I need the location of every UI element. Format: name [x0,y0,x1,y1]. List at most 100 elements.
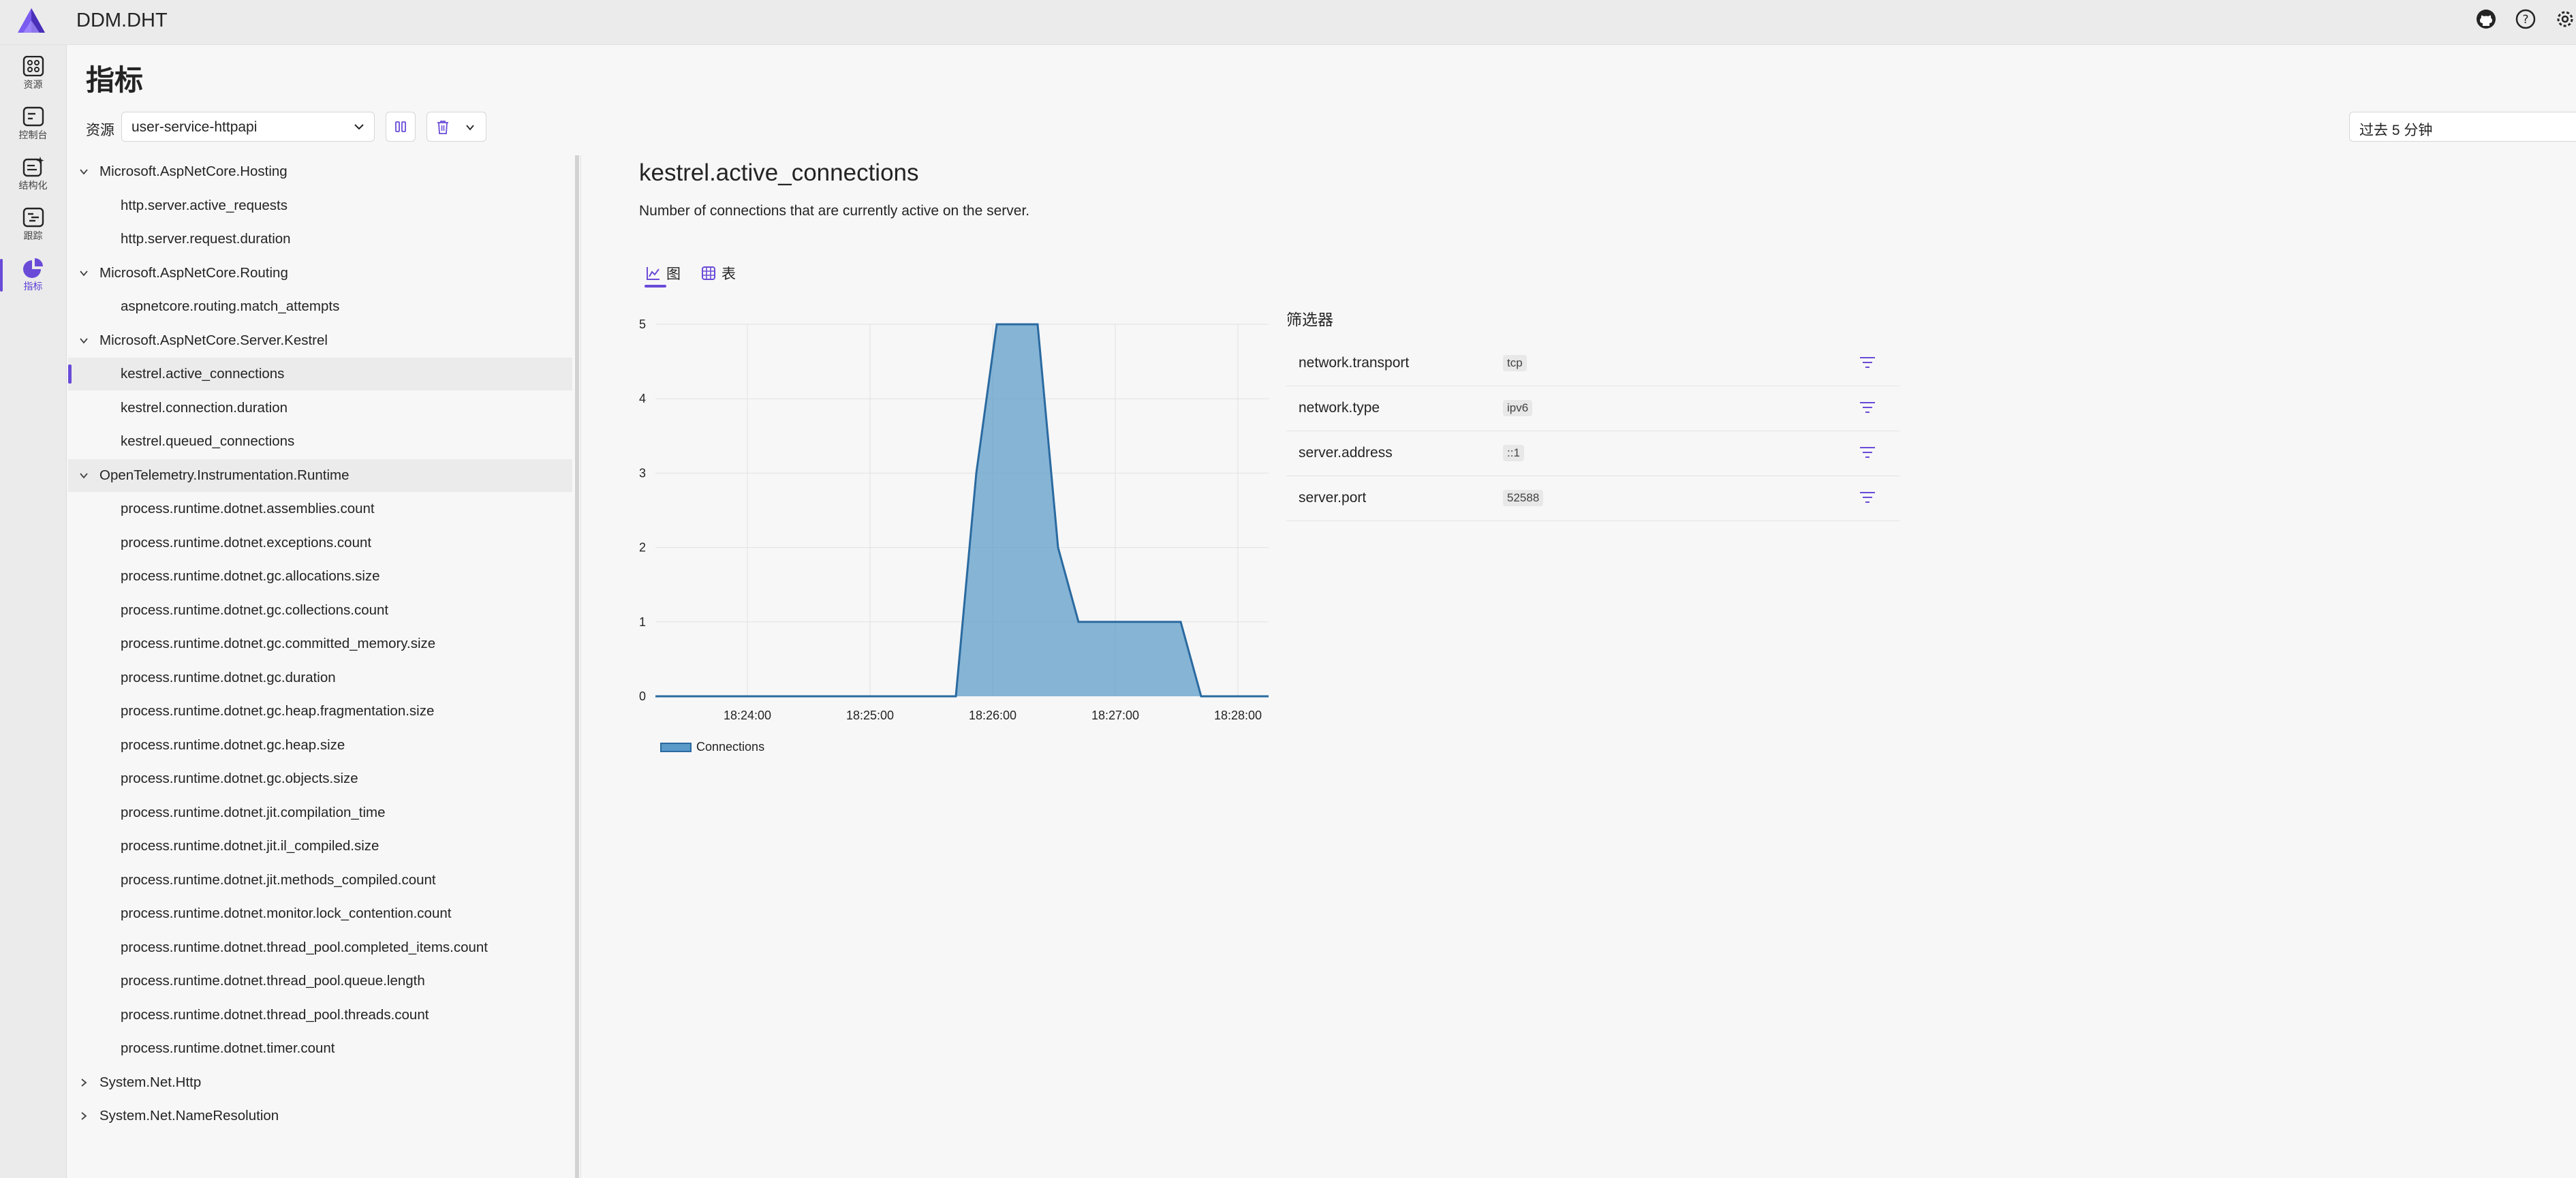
filter-name: server.port [1299,490,1367,506]
metrics-icon [22,258,43,278]
tree-group-label: Microsoft.AspNetCore.Routing [99,264,288,281]
y-tick-label: 3 [639,466,646,480]
legend-swatch [660,743,692,752]
legend-label: Connections [696,740,764,754]
nav-item-resources[interactable]: 资源 [0,50,66,95]
connections-chart[interactable]: 0 1 2 3 4 5 18:24:00 18:25:00 18:26:00 18:27:00 18… [634,300,1274,763]
tree-group[interactable]: System.Net.Http [68,1066,572,1099]
time-range-select[interactable]: 过去 5 分钟 [2349,112,2576,142]
filter-icon[interactable] [1859,445,1876,460]
nav-item-traces[interactable]: 跟踪 [0,202,66,247]
tree-item-label: process.runtime.dotnet.gc.collections.co… [121,602,389,618]
nav-item-structured[interactable]: 结构化 [0,151,66,196]
tree-item[interactable]: process.runtime.dotnet.gc.duration [68,662,572,694]
tree-group[interactable]: Microsoft.AspNetCore.Hosting [68,155,572,188]
filter-value: 52588 [1503,490,1544,506]
chevron-down-icon[interactable] [79,336,89,345]
tree-item-label: process.runtime.dotnet.jit.compilation_t… [121,804,386,820]
metric-description: Number of connections that are currently… [639,203,1030,219]
tree-group-label: System.Net.NameResolution [99,1108,279,1123]
tree-group[interactable]: System.Net.NameResolution [68,1100,572,1132]
tree-item[interactable]: process.runtime.dotnet.thread_pool.threa… [68,999,572,1032]
chevron-down-icon [354,124,364,130]
tree-item[interactable]: process.runtime.dotnet.thread_pool.compl… [68,931,572,964]
y-tick-label: 4 [639,392,646,405]
tab-chart[interactable]: 图 [645,263,681,288]
filter-row: server.port 52588 [1286,476,1899,521]
filter-name: server.address [1299,445,1393,461]
tree-item[interactable]: process.runtime.dotnet.jit.methods_compi… [68,864,572,897]
y-tick-label: 0 [639,689,646,703]
tree-item-label: process.runtime.dotnet.assemblies.count [121,501,375,516]
tree-item[interactable]: aspnetcore.routing.match_attempts [68,290,572,323]
tree-item[interactable]: process.runtime.dotnet.assemblies.count [68,493,572,525]
panel-splitter[interactable] [575,155,579,1178]
tree-item-label: http.server.request.duration [121,231,291,247]
tree-item[interactable]: process.runtime.dotnet.gc.heap.size [68,729,572,762]
traces-icon [22,207,44,228]
tree-item[interactable]: process.runtime.dotnet.timer.count [68,1032,572,1065]
tree-item[interactable]: http.server.active_requests [68,189,572,222]
help-icon[interactable]: ? [2515,8,2536,30]
pause-button[interactable] [386,112,416,142]
tree-item-label: process.runtime.dotnet.timer.count [121,1040,335,1056]
chevron-down-icon[interactable] [79,167,89,176]
resource-select[interactable]: user-service-httpapi [121,112,375,142]
view-tabs: 图 表 [645,263,736,288]
tree-item-label: process.runtime.dotnet.gc.duration [121,669,336,685]
nav-label: 指标 [23,281,43,292]
y-tick-label: 2 [639,541,646,555]
resource-select-value: user-service-httpapi [131,119,258,135]
chevron-right-icon[interactable] [79,1111,89,1121]
nav-item-metrics[interactable]: 指标 [0,252,66,297]
chart-icon [647,267,659,280]
trash-icon [437,121,448,134]
panel-divider [580,155,581,1178]
x-tick-label: 18:24:00 [724,709,771,722]
chevron-down-icon[interactable] [79,471,89,480]
x-tick-label: 18:27:00 [1091,709,1139,722]
tree-item[interactable]: process.runtime.dotnet.exceptions.count [68,527,572,559]
tab-table[interactable]: 表 [701,263,736,283]
settings-icon[interactable] [2554,8,2576,30]
filter-row: network.type ipv6 [1286,386,1899,431]
nav-active-indicator [0,259,3,292]
page-title: 指标 [86,64,144,96]
tree-item[interactable]: kestrel.active_connections [68,358,572,390]
nav-label: 结构化 [18,180,48,191]
tree-item[interactable]: process.runtime.dotnet.monitor.lock_cont… [68,897,572,930]
tab-active-underline [645,285,666,288]
tree-item[interactable]: kestrel.connection.duration [68,392,572,424]
tree-item[interactable]: process.runtime.dotnet.gc.collections.co… [68,594,572,627]
github-icon[interactable] [2475,8,2497,30]
tree-item[interactable]: kestrel.queued_connections [68,425,572,458]
tree-group[interactable]: Microsoft.AspNetCore.Routing [68,257,572,290]
clear-menu-button[interactable] [426,112,486,142]
tree-item[interactable]: process.runtime.dotnet.jit.compilation_t… [68,796,572,829]
tree-item[interactable]: process.runtime.dotnet.thread_pool.queue… [68,965,572,997]
chevron-right-icon[interactable] [79,1078,89,1087]
chevron-down-icon[interactable] [79,268,89,278]
resources-icon [22,56,44,76]
tree-item[interactable]: process.runtime.dotnet.gc.heap.fragmenta… [68,695,572,728]
resource-label: 资源 [86,123,114,138]
tree-item[interactable]: process.runtime.dotnet.gc.committed_memo… [68,627,572,660]
tree-group[interactable]: OpenTelemetry.Instrumentation.Runtime [68,459,572,492]
filter-icon[interactable] [1859,400,1876,415]
nav-item-console[interactable]: 控制台 [0,101,66,146]
structured-icon [22,157,44,177]
tree-item[interactable]: http.server.request.duration [68,223,572,255]
tree-item[interactable]: process.runtime.dotnet.jit.il_compiled.s… [68,830,572,863]
tree-item[interactable]: process.runtime.dotnet.gc.allocations.si… [68,560,572,593]
tree-item-label: process.runtime.dotnet.jit.methods_compi… [121,871,436,888]
filter-icon[interactable] [1859,490,1876,505]
filter-icon[interactable] [1859,355,1876,370]
app-logo-icon[interactable] [16,7,46,34]
x-tick-label: 18:25:00 [846,709,894,722]
tree-item-label: kestrel.queued_connections [121,433,295,449]
tree-item-label: kestrel.active_connections [121,366,285,382]
tree-item[interactable]: process.runtime.dotnet.gc.objects.size [68,762,572,795]
tab-chart-label: 图 [666,266,681,282]
tree-group[interactable]: Microsoft.AspNetCore.Server.Kestrel [68,324,572,357]
x-tick-label: 18:28:00 [1214,709,1262,722]
